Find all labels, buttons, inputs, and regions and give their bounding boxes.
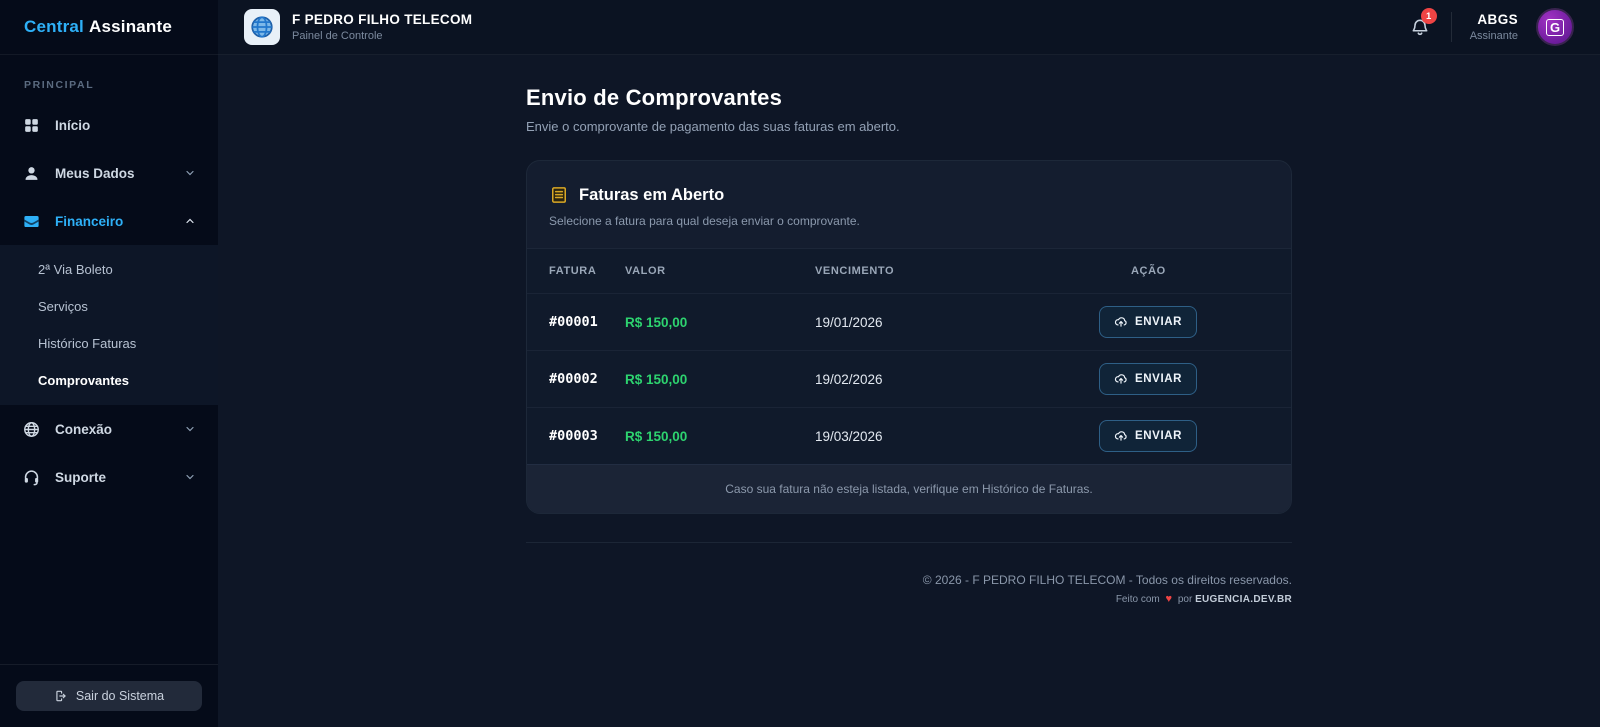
enviar-label: ENVIAR	[1135, 373, 1183, 385]
card-subtitle: Selecione a fatura para qual deseja envi…	[549, 214, 860, 228]
app-root: Central Assinante PRINCIPAL Início Meus D…	[0, 0, 1600, 727]
page-title: Envio de Comprovantes	[526, 85, 783, 110]
table-row: #00003 R$ 150,00 19/03/2026 ENVIAR	[527, 407, 1291, 464]
sidebar: Central Assinante PRINCIPAL Início Meus D…	[0, 0, 218, 727]
company-name: F PEDRO FILHO TELECOM	[292, 12, 473, 27]
fatura-valor: R$ 150,00	[625, 314, 688, 330]
sidebar-item-label: Conexão	[55, 421, 113, 437]
fatura-valor: R$ 150,00	[625, 371, 688, 387]
upload-cloud-icon	[1114, 317, 1127, 327]
globe-icon	[22, 420, 41, 439]
fatura-vencimento: 19/03/2026	[815, 428, 883, 444]
nav-section-label: PRINCIPAL	[24, 79, 95, 91]
chevron-down-icon	[184, 167, 196, 179]
user-info: ABGS Assinante	[1470, 12, 1518, 42]
table-row: #00001 R$ 150,00 19/01/2026 ENVIAR	[527, 293, 1291, 350]
fatura-vencimento: 19/02/2026	[815, 371, 883, 387]
sidebar-item-suporte[interactable]: Suporte	[0, 453, 218, 501]
content-scroll-area[interactable]: Envio de Comprovantes Envie o comprovant…	[218, 55, 1600, 727]
topbar: F PEDRO FILHO TELECOM Painel de Controle…	[218, 0, 1600, 55]
faturas-card: Faturas em Aberto Selecione a fatura par…	[526, 160, 1292, 514]
notifications-button[interactable]: 1	[1407, 8, 1437, 40]
company-logo-icon	[244, 9, 280, 45]
faturas-table: FATURA VALOR VENCIMENTO AÇÃO #00001 R$ 1…	[527, 248, 1291, 464]
financeiro-submenu: 2ª Via Boleto Serviços Histórico Faturas…	[0, 245, 218, 405]
credits-brand[interactable]: EUGENCIA.DEV.BR	[1195, 594, 1292, 605]
credits-middle: por	[1177, 594, 1193, 605]
enviar-button[interactable]: ENVIAR	[1099, 306, 1198, 338]
chevron-down-icon	[184, 423, 196, 435]
topbar-company: F PEDRO FILHO TELECOM Painel de Controle	[244, 9, 472, 45]
enviar-label: ENVIAR	[1135, 316, 1183, 328]
sidebar-item-financeiro[interactable]: Financeiro	[0, 197, 218, 245]
notification-badge: 1	[1420, 8, 1437, 24]
fatura-valor: R$ 150,00	[625, 428, 688, 444]
sidebar-nav: PRINCIPAL Início Meus Dados Financeiro 2…	[0, 55, 218, 664]
receipt-icon	[552, 187, 566, 203]
sidebar-item-inicio[interactable]: Início	[0, 101, 218, 149]
card-title: Faturas em Aberto	[579, 185, 725, 204]
copyright-text: © 2026 - F PEDRO FILHO TELECOM - Todos o…	[922, 573, 1292, 587]
card-footer-note: Caso sua fatura não esteja listada, veri…	[527, 464, 1291, 513]
page-container: Envio de Comprovantes Envie o comprovant…	[526, 55, 1292, 635]
topbar-actions: 1 ABGS Assinante G	[1407, 8, 1574, 46]
heart-icon: ♥	[1165, 593, 1173, 605]
column-header-fatura: FATURA	[549, 265, 597, 277]
footer-divider	[526, 542, 1292, 543]
column-header-vencimento: VENCIMENTO	[815, 265, 895, 277]
brand-logo: Central Assinante	[0, 0, 218, 55]
enviar-label: ENVIAR	[1135, 430, 1183, 442]
brand-wordmark: Central Assinante	[24, 17, 172, 37]
company-subtitle: Painel de Controle	[292, 30, 383, 42]
enviar-button[interactable]: ENVIAR	[1099, 363, 1198, 395]
logout-icon	[56, 690, 66, 702]
sidebar-subitem-servicos[interactable]: Serviços	[0, 288, 218, 325]
table-row: #00002 R$ 150,00 19/02/2026 ENVIAR	[527, 350, 1291, 407]
user-icon	[22, 164, 41, 183]
card-header: Faturas em Aberto Selecione a fatura par…	[527, 161, 1291, 248]
wallet-icon	[22, 212, 41, 231]
logout-button[interactable]: Sair do Sistema	[16, 681, 202, 711]
fatura-number: #00001	[549, 314, 598, 330]
credits-prefix: Feito com	[1115, 594, 1160, 605]
user-role: Assinante	[1469, 30, 1518, 42]
upload-cloud-icon	[1114, 374, 1127, 384]
avatar-glyph: G	[1545, 18, 1565, 36]
grid-icon	[22, 116, 41, 135]
column-header-acao: AÇÃO	[1131, 265, 1166, 277]
fatura-number: #00002	[549, 371, 598, 387]
topbar-divider	[1450, 12, 1452, 42]
enviar-button[interactable]: ENVIAR	[1099, 420, 1198, 452]
logout-label: Sair do Sistema	[75, 689, 165, 703]
sidebar-item-label: Início	[55, 117, 91, 133]
sidebar-item-label: Suporte	[55, 469, 107, 485]
fatura-vencimento: 19/01/2026	[815, 314, 883, 330]
sidebar-item-meus-dados[interactable]: Meus Dados	[0, 149, 218, 197]
credits-line: Feito com ♥ por EUGENCIA.DEV.BR	[526, 593, 1292, 605]
sidebar-item-label: Financeiro	[55, 213, 124, 229]
company-text: F PEDRO FILHO TELECOM Painel de Controle	[292, 12, 472, 42]
page-footer: © 2026 - F PEDRO FILHO TELECOM - Todos o…	[526, 573, 1292, 635]
brand-secondary: Assinante	[88, 17, 173, 36]
sidebar-subitem-2-via-boleto[interactable]: 2ª Via Boleto	[0, 251, 218, 288]
user-name: ABGS	[1477, 12, 1518, 27]
sidebar-footer: Sair do Sistema	[0, 664, 218, 727]
main-area: F PEDRO FILHO TELECOM Painel de Controle…	[218, 0, 1600, 727]
sidebar-subitem-comprovantes[interactable]: Comprovantes	[0, 362, 218, 399]
avatar[interactable]: G	[1536, 8, 1574, 46]
column-header-valor: VALOR	[625, 265, 666, 277]
table-header-row: FATURA VALOR VENCIMENTO AÇÃO	[527, 249, 1291, 293]
chevron-up-icon	[184, 215, 196, 227]
sidebar-item-label: Meus Dados	[55, 165, 135, 181]
fatura-number: #00003	[549, 428, 598, 444]
page-subtitle: Envie o comprovante de pagamento das sua…	[526, 119, 900, 134]
sidebar-item-conexao[interactable]: Conexão	[0, 405, 218, 453]
brand-primary: Central	[24, 17, 84, 36]
headset-icon	[22, 468, 41, 487]
sidebar-subitem-historico-faturas[interactable]: Histórico Faturas	[0, 325, 218, 362]
upload-cloud-icon	[1114, 431, 1127, 441]
chevron-down-icon	[184, 471, 196, 483]
